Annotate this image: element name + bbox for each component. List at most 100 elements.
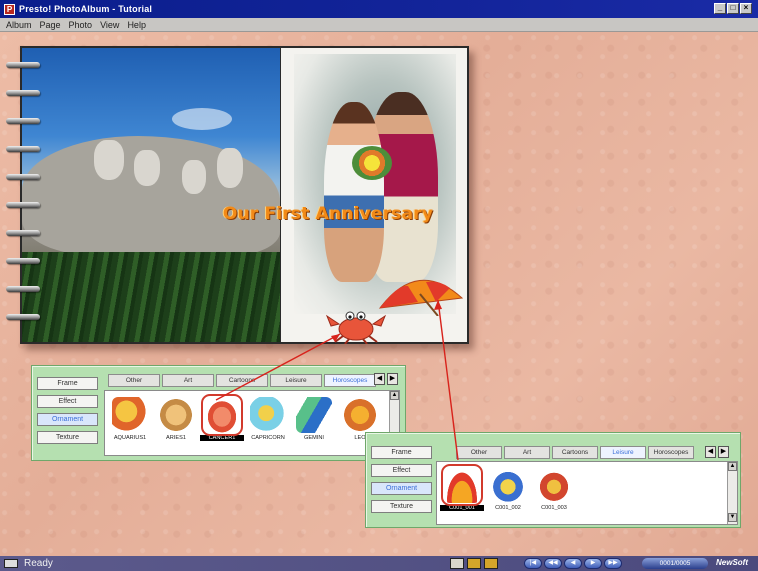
fishing-cartoon-icon xyxy=(490,467,526,503)
next-page-button[interactable]: ▶ xyxy=(584,558,602,569)
menu-view[interactable]: View xyxy=(100,20,119,30)
thumb-caption: AQUARIUS1 xyxy=(113,435,147,441)
first-page-button[interactable]: |◀ xyxy=(524,558,542,569)
album-caption[interactable]: Our First Anniversary xyxy=(198,204,458,224)
texture-button[interactable]: Texture xyxy=(37,431,98,444)
carved-face xyxy=(182,160,206,194)
spiral-ring xyxy=(6,62,40,68)
effect-button[interactable]: Effect xyxy=(371,464,432,477)
cancer-crab-icon xyxy=(201,394,243,436)
effect-button[interactable]: Effect xyxy=(37,395,98,408)
album-view-icon[interactable] xyxy=(467,558,481,569)
thumb-tennis[interactable]: C001_003 xyxy=(532,467,576,511)
tab-leisure[interactable]: Leisure xyxy=(270,374,322,387)
spiral-ring xyxy=(6,258,40,264)
thumb-caption: CANCER1 xyxy=(200,435,244,441)
spiral-ring xyxy=(6,230,40,236)
thumb-caption: CAPRICORN xyxy=(251,435,285,441)
texture-button[interactable]: Texture xyxy=(371,500,432,513)
ornament-button[interactable]: Ornament xyxy=(371,482,432,495)
spiral-ring xyxy=(6,90,40,96)
tab-cartoons[interactable]: Cartoons xyxy=(552,446,598,459)
thumb-caption: GEMINI xyxy=(304,435,324,441)
scroll-down-icon[interactable]: ▼ xyxy=(728,513,737,522)
menu-album[interactable]: Album xyxy=(6,20,32,30)
aries-icon xyxy=(158,397,194,433)
thumb-caption: ARIES1 xyxy=(166,435,186,441)
spiral-ring xyxy=(6,202,40,208)
ornament-grid: C001_001 C001_002 C001_003 ▲ ▼ xyxy=(436,461,738,525)
thumb-aries[interactable]: ARIES1 xyxy=(154,397,198,441)
tab-leisure[interactable]: Leisure xyxy=(600,446,646,459)
tab-other[interactable]: Other xyxy=(108,374,160,387)
tab-scroll-arrows: ◀ ▶ xyxy=(374,373,398,385)
tab-scroll-arrows: ◀ ▶ xyxy=(705,446,729,458)
category-tabs: Other Art Cartoons Leisure Horoscopes xyxy=(456,446,694,460)
menu-help[interactable]: Help xyxy=(127,20,146,30)
thumb-aquarius[interactable]: AQUARIUS1 xyxy=(108,397,152,441)
spiral-ring xyxy=(6,286,40,292)
close-button[interactable]: × xyxy=(740,3,752,14)
category-tabs: Other Art Cartoons Leisure Horoscopes xyxy=(108,374,376,388)
carved-face xyxy=(94,140,124,180)
thumb-umbrella[interactable]: C001_001 xyxy=(440,464,484,511)
print-view-icon[interactable] xyxy=(484,558,498,569)
aquarius-icon xyxy=(112,397,148,433)
tab-art[interactable]: Art xyxy=(162,374,214,387)
thumb-capricorn[interactable]: CAPRICORN xyxy=(246,397,290,441)
ornament-button[interactable]: Ornament xyxy=(37,413,98,426)
scroll-up-icon[interactable]: ▲ xyxy=(390,391,399,400)
scroll-up-icon[interactable]: ▲ xyxy=(728,462,737,471)
page-counter: 0001/0005 xyxy=(642,558,708,569)
page-view-icon[interactable] xyxy=(450,558,464,569)
maximize-button[interactable]: □ xyxy=(727,3,739,14)
frame-button[interactable]: Frame xyxy=(371,446,432,459)
album-left-page[interactable] xyxy=(22,48,280,342)
page-navigation: |◀ ◀◀ ◀ ▶ ▶▶ xyxy=(524,558,622,569)
carved-face xyxy=(134,150,160,186)
ornament-panel-left: Frame Effect Ornament Texture Other Art … xyxy=(31,365,406,461)
minimize-button[interactable]: _ xyxy=(714,3,726,14)
window-title: Presto! PhotoAlbum - Tutorial xyxy=(19,4,153,14)
beach-umbrella-icon xyxy=(441,464,483,506)
tab-horoscopes[interactable]: Horoscopes xyxy=(648,446,694,459)
ornament-grid: AQUARIUS1 ARIES1 CANCER1 CAPRICORN GEMIN… xyxy=(104,390,400,456)
capricorn-icon xyxy=(250,397,286,433)
woman-figure xyxy=(324,102,384,282)
menu-page[interactable]: Page xyxy=(40,20,61,30)
tab-next-arrow-icon[interactable]: ▶ xyxy=(387,373,398,385)
carved-face xyxy=(217,148,243,188)
thumb-fishing[interactable]: C001_002 xyxy=(486,467,530,511)
tab-art[interactable]: Art xyxy=(504,446,550,459)
status-tools xyxy=(450,558,498,569)
crab-ornament[interactable] xyxy=(323,304,389,344)
menu-photo[interactable]: Photo xyxy=(69,20,93,30)
thumb-gemini[interactable]: GEMINI xyxy=(292,397,336,441)
previous-page-button[interactable]: ◀ xyxy=(564,558,582,569)
thumb-cancer[interactable]: CANCER1 xyxy=(200,394,244,441)
tab-prev-arrow-icon[interactable]: ◀ xyxy=(374,373,385,385)
status-icon xyxy=(4,559,18,568)
spiral-ring xyxy=(6,174,40,180)
forest xyxy=(22,252,280,342)
rewind-button[interactable]: ◀◀ xyxy=(544,558,562,569)
tennis-cartoon-icon xyxy=(536,467,572,503)
spiral-ring xyxy=(6,314,40,320)
flower-bouquet xyxy=(352,146,392,180)
leo-icon xyxy=(342,397,378,433)
tab-prev-arrow-icon[interactable]: ◀ xyxy=(705,446,716,458)
grid-scrollbar[interactable]: ▲ ▼ xyxy=(727,462,737,524)
frame-button[interactable]: Frame xyxy=(37,377,98,390)
gemini-icon xyxy=(296,397,332,433)
umbrella-ornament[interactable] xyxy=(378,268,464,316)
fast-forward-button[interactable]: ▶▶ xyxy=(604,558,622,569)
status-bar: Ready |◀ ◀◀ ◀ ▶ ▶▶ 0001/0005 NewSoft xyxy=(0,556,758,571)
tab-cartoons[interactable]: Cartoons xyxy=(216,374,268,387)
tab-horoscopes[interactable]: Horoscopes xyxy=(324,374,376,387)
tab-other[interactable]: Other xyxy=(456,446,502,459)
tab-next-arrow-icon[interactable]: ▶ xyxy=(718,446,729,458)
menu-bar: Album Page Photo View Help xyxy=(0,18,758,32)
app-icon: P xyxy=(4,3,15,15)
thumb-caption: C001_002 xyxy=(495,505,521,511)
brand-logo: NewSoft xyxy=(716,558,748,567)
